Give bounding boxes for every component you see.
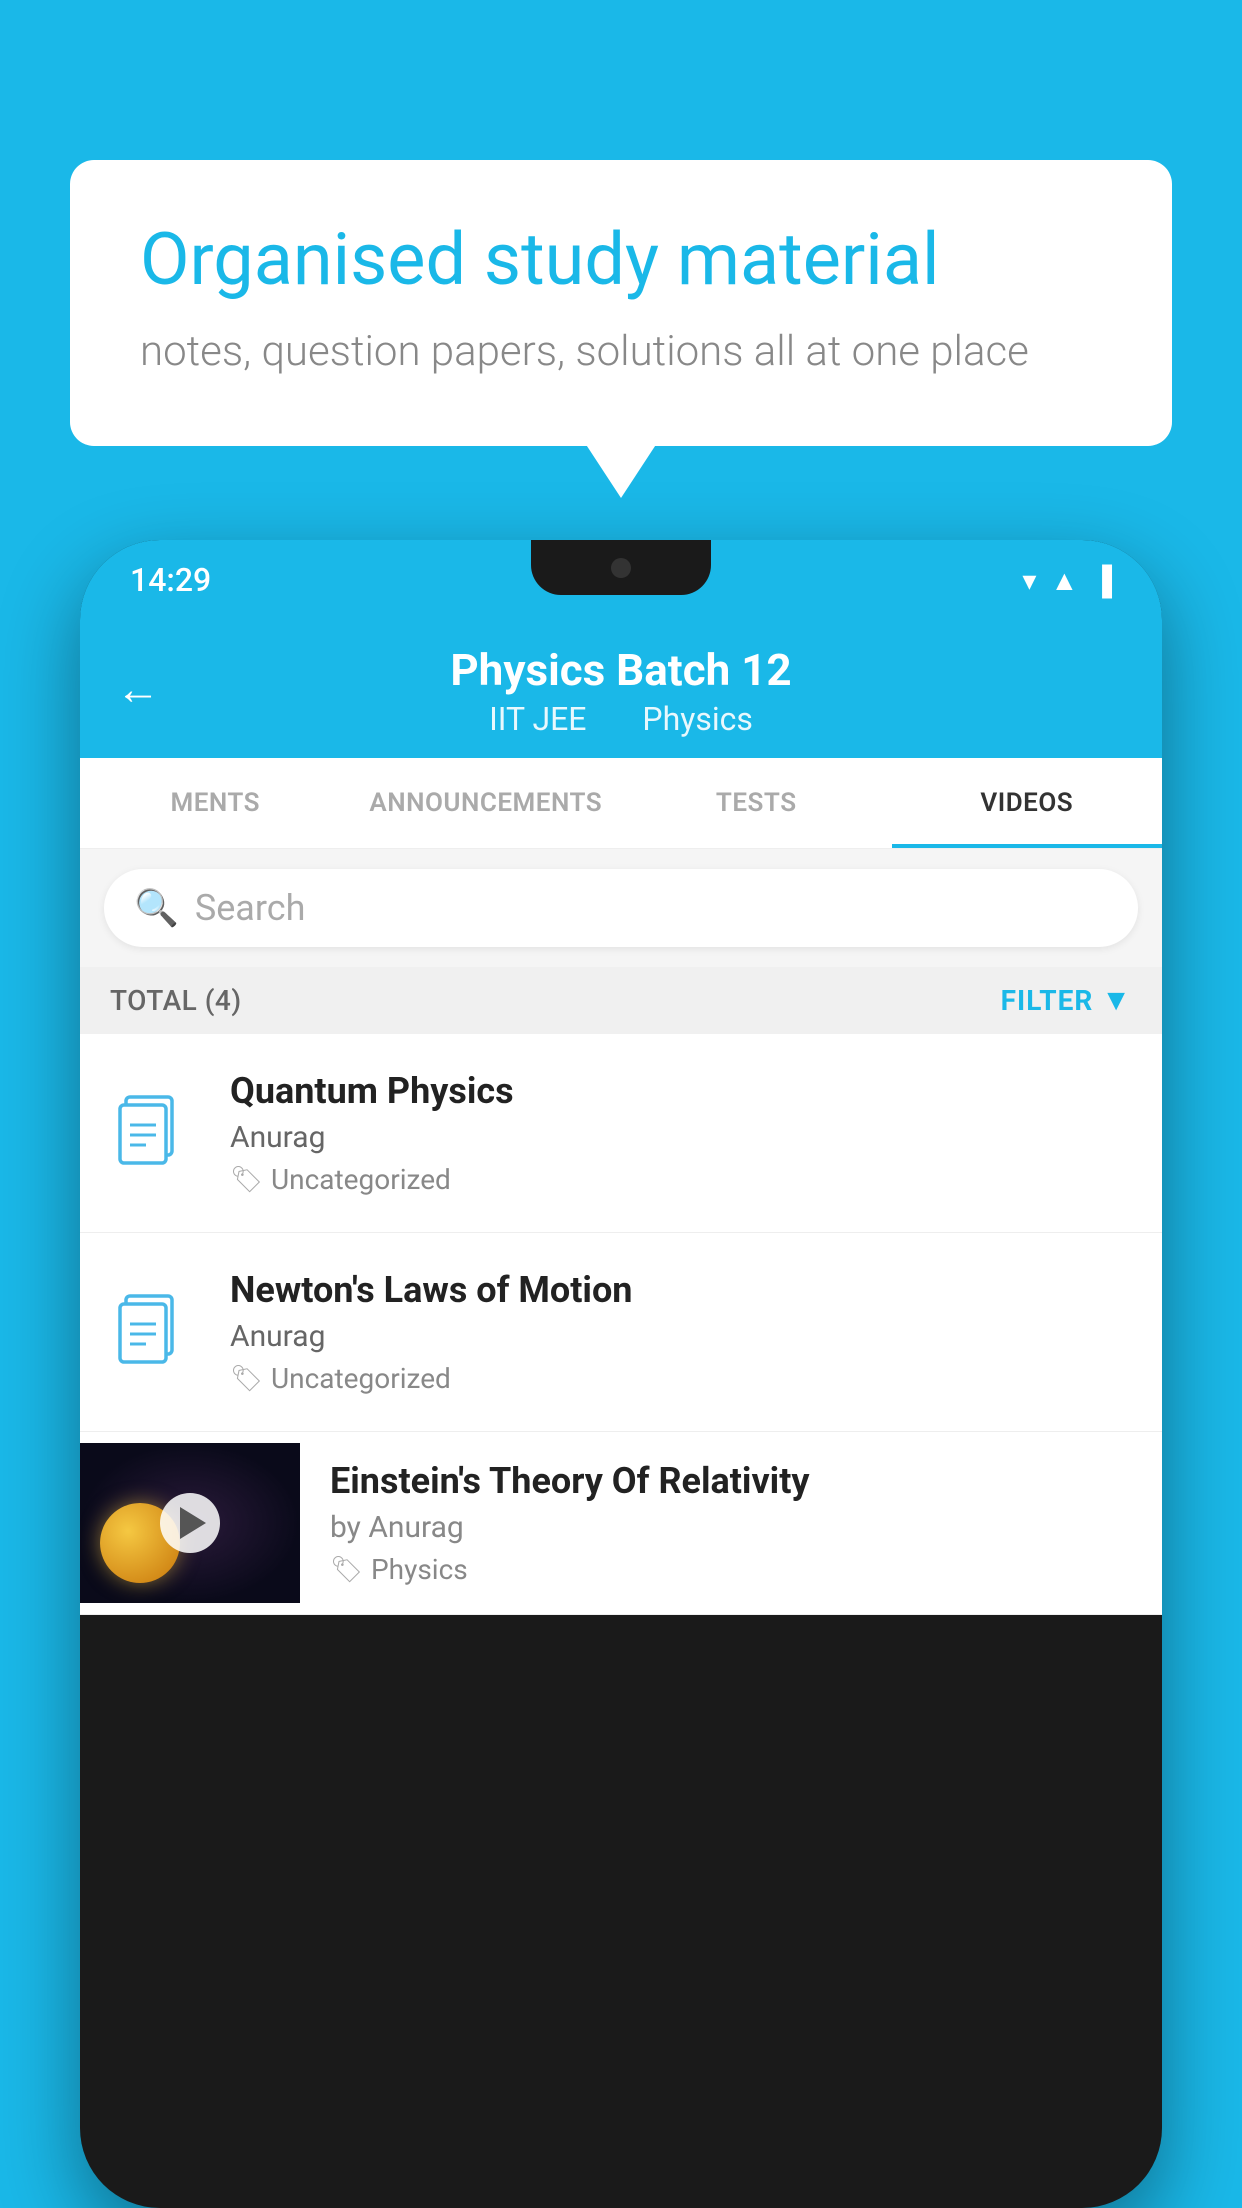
header-subtitle-part1: IIT JEE [489,700,586,738]
item-title: Quantum Physics [230,1070,1132,1112]
status-bar: 14:29 ▾ ▲ ▐ [80,540,1162,620]
item-info: Einstein's Theory Of Relativity by Anura… [330,1432,1132,1614]
camera-dot [611,558,631,578]
status-icons: ▾ ▲ ▐ [1022,564,1112,597]
item-info: Quantum Physics Anurag 🏷 Uncategorized [230,1070,1132,1196]
speech-bubble-container: Organised study material notes, question… [70,160,1172,446]
phone-content: 🔍 Search TOTAL (4) FILTER ▼ [80,849,1162,1615]
tag-icon: 🏷 [230,1165,263,1195]
notch [531,540,711,595]
tab-announcements[interactable]: ANNOUNCEMENTS [351,758,622,848]
signal-icon: ▲ [1050,564,1078,597]
item-tag: 🏷 Physics [330,1553,1132,1586]
status-time: 14:29 [130,561,211,599]
video-list: Quantum Physics Anurag 🏷 Uncategorized [80,1034,1162,1615]
header-title: Physics Batch 12 [120,644,1122,696]
speech-bubble: Organised study material notes, question… [70,160,1172,446]
item-title: Einstein's Theory Of Relativity [330,1460,1132,1502]
tag-icon: 🏷 [230,1364,263,1394]
list-item[interactable]: Newton's Laws of Motion Anurag 🏷 Uncateg… [80,1233,1162,1432]
filter-button[interactable]: FILTER ▼ [1001,983,1132,1018]
search-icon: 🔍 [134,887,179,929]
back-button[interactable]: ← [116,663,160,715]
item-author: by Anurag [330,1510,1132,1545]
tabs: MENTS ANNOUNCEMENTS TESTS VIDEOS [80,758,1162,849]
search-bar[interactable]: 🔍 Search [104,869,1138,947]
bubble-title: Organised study material [140,220,1102,299]
header-subtitle: IIT JEE Physics [120,700,1122,738]
tag-icon: 🏷 [330,1555,363,1585]
item-tag: 🏷 Uncategorized [230,1362,1132,1395]
item-author: Anurag [230,1319,1132,1354]
list-item[interactable]: Einstein's Theory Of Relativity by Anura… [80,1432,1162,1615]
wifi-icon: ▾ [1022,564,1036,597]
search-placeholder: Search [195,887,306,929]
app-header: ← Physics Batch 12 IIT JEE Physics [80,620,1162,758]
battery-icon: ▐ [1092,564,1112,597]
item-title: Newton's Laws of Motion [230,1269,1132,1311]
item-info: Newton's Laws of Motion Anurag 🏷 Uncateg… [230,1269,1132,1395]
filter-row: TOTAL (4) FILTER ▼ [80,967,1162,1034]
video-thumbnail [80,1443,300,1603]
item-author: Anurag [230,1120,1132,1155]
total-count-label: TOTAL (4) [110,984,242,1017]
header-subtitle-part2: Physics [642,700,753,738]
file-icon [110,1287,200,1377]
tab-ments[interactable]: MENTS [80,758,351,848]
phone-frame: 14:29 ▾ ▲ ▐ ← Physics Batch 12 IIT JEE P… [80,540,1162,2208]
list-item[interactable]: Quantum Physics Anurag 🏷 Uncategorized [80,1034,1162,1233]
tab-videos[interactable]: VIDEOS [892,758,1163,848]
play-icon [180,1507,206,1539]
play-button[interactable] [160,1493,220,1553]
file-icon [110,1088,200,1178]
item-tag: 🏷 Uncategorized [230,1163,1132,1196]
tab-tests[interactable]: TESTS [621,758,892,848]
filter-icon: ▼ [1101,983,1132,1018]
bubble-subtitle: notes, question papers, solutions all at… [140,327,1102,376]
